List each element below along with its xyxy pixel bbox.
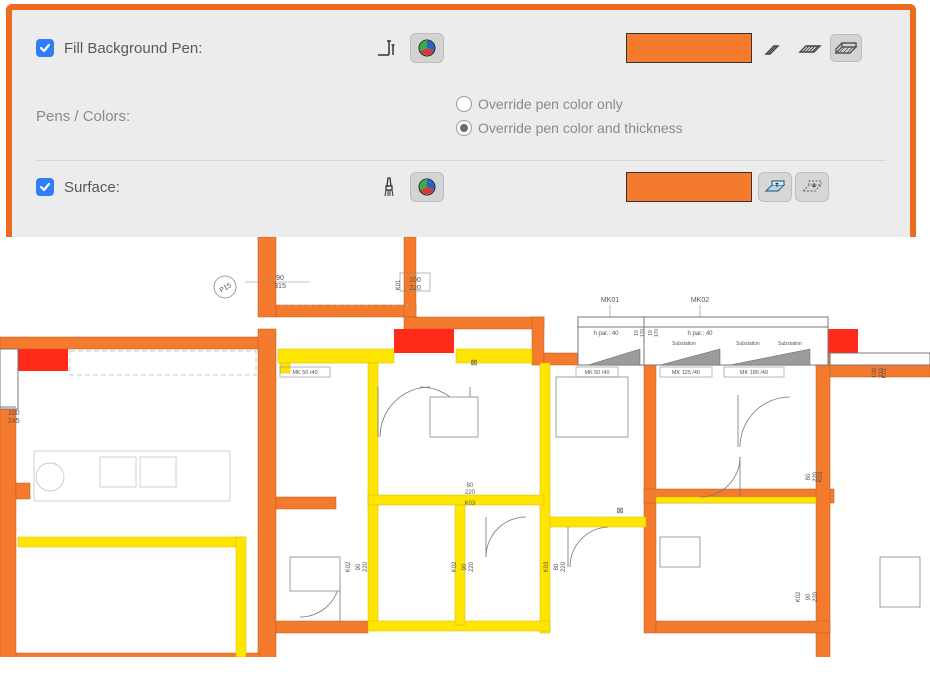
surface-mode-b[interactable] [795, 172, 829, 202]
floorplan-viewport[interactable]: P15 90315 100220 K01 MK01 MK02 h par.: 4… [0, 237, 930, 657]
label-p15: P15 [219, 282, 233, 294]
radio-pen-color-only[interactable]: Override pen color only [456, 96, 683, 112]
dim-90-220-c: 90220 [806, 591, 819, 602]
floorplan-svg: P15 90315 100220 K01 MK01 MK02 h par.: 4… [0, 237, 930, 657]
label-substation-a: Substation [672, 341, 696, 347]
pen-weight-icon[interactable] [376, 35, 402, 61]
label-k01-b: K01 [882, 367, 888, 378]
color-wheel-button[interactable] [410, 33, 444, 63]
surface-row: Surface: [36, 167, 886, 207]
separator [36, 160, 886, 161]
marker-b: ⊠ [617, 506, 624, 515]
label-hpar-a: h par.: 40 [593, 331, 619, 337]
pens-colors-label: Pens / Colors: [36, 108, 130, 125]
dim-80-220-a: 80220 [465, 483, 476, 496]
fill-background-pen-label: Fill Background Pen: [64, 40, 202, 57]
surface-color-swatch[interactable] [626, 172, 752, 202]
surface-label: Surface: [64, 179, 120, 196]
fill-hatch-b[interactable] [794, 34, 826, 62]
radio-pen-color-only-label: Override pen color only [478, 96, 623, 112]
dim-90-220-a: 90220 [356, 561, 369, 572]
label-mk125: MK 125 /40 [672, 370, 700, 376]
surface-color-wheel-button[interactable] [410, 172, 444, 202]
dim-90: 90315 [274, 275, 286, 290]
label-k02-b: K02 [452, 561, 458, 572]
dim-100-245: 100245 [8, 410, 20, 425]
label-mk01: MK01 [601, 297, 619, 304]
label-mk50-a: MK 50 /40 [292, 370, 317, 376]
label-mk02: MK02 [691, 297, 709, 304]
surface-checkbox[interactable] [36, 178, 54, 196]
radio-pen-color-thickness[interactable]: Override pen color and thickness [456, 120, 683, 136]
marker-a: ⊠ [471, 358, 478, 367]
label-substation-b: Substation [736, 341, 760, 347]
label-mk50-b: MK 50 /40 [584, 370, 609, 376]
dim-100-220: 100220 [409, 277, 421, 292]
pens-colors-row: Pens / Colors: Override pen color only O… [36, 86, 886, 146]
fill-hatch-a[interactable] [758, 34, 790, 62]
fill-background-pen-checkbox[interactable] [36, 39, 54, 57]
label-k03-a: K03 [465, 501, 476, 507]
label-k03-c: K03 [544, 561, 550, 572]
label-k03-b: K03 [818, 471, 824, 482]
label-k02-a: K02 [346, 561, 352, 572]
fill-background-pen-row: Fill Background Pen: [36, 28, 886, 68]
dim-80-220-c: 80220 [554, 561, 567, 572]
label-mk185: MK 185 /40 [740, 370, 768, 376]
surface-mode-a[interactable] [758, 172, 792, 202]
radio-pen-color-thickness-label: Override pen color and thickness [478, 120, 683, 136]
override-panel: Fill Background Pen: [6, 4, 916, 243]
label-hpar-b: h par.: 40 [687, 331, 713, 337]
label-k02-c: K02 [796, 591, 802, 602]
fill-hatch-c[interactable] [830, 34, 862, 62]
fill-background-color-swatch[interactable] [626, 33, 752, 63]
label-substation-c: Substation [778, 341, 802, 347]
brush-icon[interactable] [376, 174, 402, 200]
label-k01-a: K01 [396, 279, 402, 290]
